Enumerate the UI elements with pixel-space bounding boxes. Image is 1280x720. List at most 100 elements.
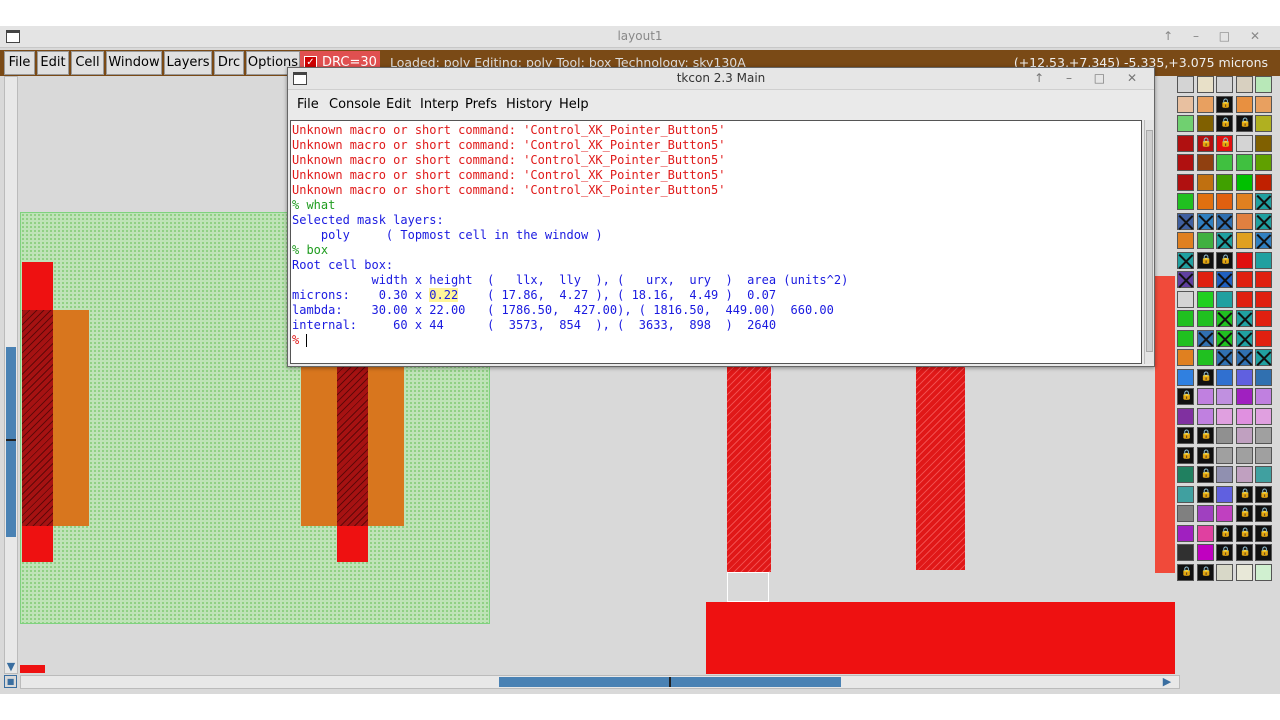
layer-swatch[interactable] <box>1255 95 1272 113</box>
layer-swatch[interactable] <box>1177 134 1194 152</box>
layer-swatch[interactable] <box>1177 466 1194 483</box>
layer-swatch[interactable] <box>1177 193 1194 210</box>
layer-swatch-locked[interactable]: 🔒 <box>1196 485 1214 503</box>
layer-swatch[interactable] <box>1196 524 1214 542</box>
layer-swatch[interactable] <box>1177 173 1194 191</box>
layer-swatch[interactable] <box>1235 368 1253 386</box>
layer-swatch[interactable] <box>1255 193 1272 210</box>
layer-swatch[interactable] <box>1196 154 1214 171</box>
layer-swatch[interactable] <box>1216 76 1233 93</box>
console-prompt[interactable]: % <box>292 333 1141 348</box>
layer-swatch[interactable] <box>1235 232 1253 249</box>
layer-swatch[interactable] <box>1177 329 1194 347</box>
layer-swatch-locked[interactable]: 🔒 <box>1216 544 1233 561</box>
vertical-scroll-thumb[interactable] <box>6 347 16 537</box>
layer-swatch[interactable] <box>1177 368 1194 386</box>
layer-swatch[interactable] <box>1235 407 1253 425</box>
layer-swatch[interactable] <box>1235 329 1253 347</box>
layer-swatch-locked[interactable]: 🔒 <box>1216 115 1233 132</box>
layer-swatch[interactable] <box>1216 407 1233 425</box>
scroll-right-icon[interactable]: ▶ <box>1160 675 1174 689</box>
layer-swatch[interactable] <box>1177 212 1194 230</box>
box-cursor[interactable] <box>727 572 769 602</box>
layer-swatch-locked[interactable]: 🔒 <box>1196 563 1214 581</box>
scroll-down-icon[interactable]: ▼ <box>4 660 18 674</box>
layer-swatch[interactable] <box>1216 329 1233 347</box>
layer-swatch[interactable] <box>1177 485 1194 503</box>
layer-swatch-locked[interactable]: 🔒 <box>1235 485 1253 503</box>
horizontal-scrollbar[interactable] <box>20 675 1180 689</box>
layer-swatch[interactable] <box>1216 368 1233 386</box>
layer-swatch-locked[interactable]: 🔒 <box>1196 466 1214 483</box>
layer-swatch[interactable] <box>1196 173 1214 191</box>
layer-swatch[interactable] <box>1255 134 1272 152</box>
layer-swatch-locked[interactable]: 🔒 <box>1255 544 1272 561</box>
layer-swatch-locked[interactable]: 🔒 <box>1216 524 1233 542</box>
layer-swatch[interactable] <box>1235 251 1253 269</box>
tkcon-titlebar[interactable]: tkcon 2.3 Main ↑ – □ ✕ <box>288 68 1154 90</box>
layer-swatch[interactable] <box>1255 388 1272 405</box>
layer-swatch[interactable] <box>1177 290 1194 308</box>
layer-swatch[interactable] <box>1196 115 1214 132</box>
layer-swatch[interactable] <box>1216 485 1233 503</box>
layer-swatch[interactable] <box>1196 349 1214 366</box>
layer-swatch[interactable] <box>1235 212 1253 230</box>
layer-swatch[interactable] <box>1255 349 1272 366</box>
layer-swatch[interactable] <box>1235 446 1253 464</box>
layer-swatch[interactable] <box>1177 524 1194 542</box>
layer-swatch[interactable] <box>1196 212 1214 230</box>
layer-swatch-locked[interactable]: 🔒 <box>1216 95 1233 113</box>
layer-swatch[interactable] <box>1196 544 1214 561</box>
layer-swatch[interactable] <box>1177 310 1194 327</box>
layer-swatch[interactable] <box>1255 154 1272 171</box>
tkcon-menu-file[interactable]: File <box>297 97 319 112</box>
layer-swatch[interactable] <box>1235 76 1253 93</box>
layer-swatch[interactable] <box>1235 173 1253 191</box>
layer-swatch[interactable] <box>1235 349 1253 366</box>
layer-swatch[interactable] <box>1216 193 1233 210</box>
tkcon-menu-help[interactable]: Help <box>559 97 589 112</box>
layer-swatch[interactable] <box>1235 388 1253 405</box>
magic-titlebar[interactable]: layout1 ↑ – □ ✕ <box>0 26 1280 48</box>
layer-swatch-locked[interactable]: 🔒 <box>1255 524 1272 542</box>
layer-swatch-locked[interactable]: 🔒 <box>1196 368 1214 386</box>
tkcon-window-controls[interactable]: ↑ – □ ✕ <box>1034 71 1146 85</box>
layer-swatch[interactable] <box>1196 193 1214 210</box>
layer-swatch[interactable] <box>1216 563 1233 581</box>
layer-swatch[interactable] <box>1235 134 1253 152</box>
layer-swatch-locked[interactable]: 🔒 <box>1235 524 1253 542</box>
layer-swatch-locked[interactable]: 🔒 <box>1235 505 1253 522</box>
layer-swatch-locked[interactable]: 🔒 <box>1196 251 1214 269</box>
window-controls[interactable]: ↑ – □ ✕ <box>1163 29 1268 43</box>
layer-swatch-locked[interactable]: 🔒 <box>1235 115 1253 132</box>
tkcon-scroll-thumb[interactable] <box>1146 130 1153 352</box>
layer-swatch[interactable] <box>1255 115 1272 132</box>
layer-swatch-locked[interactable]: 🔒 <box>1177 446 1194 464</box>
layer-swatch-locked[interactable]: 🔒 <box>1177 427 1194 444</box>
menu-file-button[interactable]: File <box>4 51 35 75</box>
layer-swatch[interactable] <box>1196 232 1214 249</box>
menu-window-button[interactable]: Window <box>106 51 162 75</box>
layer-swatch-locked[interactable]: 🔒 <box>1177 388 1194 405</box>
layer-swatch-locked[interactable]: 🔒 <box>1216 134 1233 152</box>
layer-swatch[interactable] <box>1216 290 1233 308</box>
layer-swatch[interactable] <box>1216 446 1233 464</box>
layer-swatch-locked[interactable]: 🔒 <box>1235 544 1253 561</box>
layer-swatch[interactable] <box>1216 310 1233 327</box>
layer-swatch-locked[interactable]: 🔒 <box>1196 134 1214 152</box>
layer-swatch[interactable] <box>1255 446 1272 464</box>
layer-swatch[interactable] <box>1216 212 1233 230</box>
layer-swatch[interactable] <box>1177 232 1194 249</box>
layer-swatch[interactable] <box>1235 466 1253 483</box>
layer-swatch[interactable] <box>1255 407 1272 425</box>
layer-swatch[interactable] <box>1235 154 1253 171</box>
layer-swatch[interactable] <box>1196 505 1214 522</box>
menu-cell-button[interactable]: Cell <box>71 51 104 75</box>
layer-swatch[interactable] <box>1235 563 1253 581</box>
layer-swatch[interactable] <box>1255 271 1272 288</box>
layer-swatch[interactable] <box>1255 466 1272 483</box>
layer-swatch[interactable] <box>1177 95 1194 113</box>
layer-swatch[interactable] <box>1196 76 1214 93</box>
layer-swatch-locked[interactable]: 🔒 <box>1196 446 1214 464</box>
layer-swatch[interactable] <box>1177 76 1194 93</box>
